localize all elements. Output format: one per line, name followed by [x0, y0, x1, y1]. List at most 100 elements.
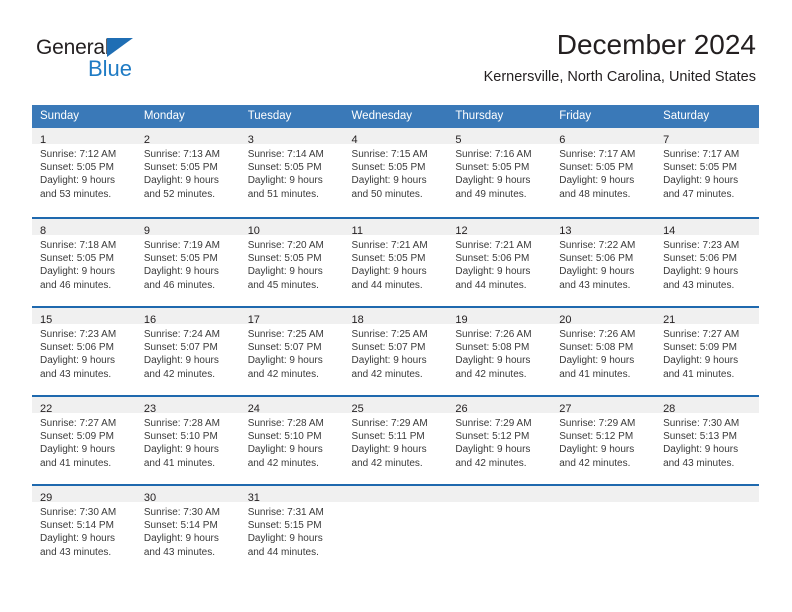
calendar-day-cell[interactable]: 19 Sunrise: 7:26 AM Sunset: 5:08 PM Dayligh…: [447, 306, 552, 395]
day-number-strip: 26: [447, 397, 552, 415]
day-number-strip: [655, 486, 759, 502]
calendar-day-cell[interactable]: 20 Sunrise: 7:26 AM Sunset: 5:08 PM Dayligh…: [551, 306, 656, 395]
sunset-text: Sunset: 5:05 PM: [40, 162, 114, 174]
day-cell-content: [551, 484, 656, 573]
sunset-text: Sunset: 5:05 PM: [351, 253, 426, 265]
sunset-text: Sunset: 5:06 PM: [455, 253, 530, 265]
daylight-text-line1: Daylight: 9 hours: [455, 175, 531, 187]
calendar-day-cell[interactable]: 27 Sunrise: 7:29 AM Sunset: 5:12 PM Dayligh…: [551, 395, 656, 484]
sunset-text: Sunset: 5:08 PM: [455, 342, 530, 354]
weekday-header-monday: Monday: [135, 105, 240, 128]
sunrise-text: Sunrise: 7:23 AM: [40, 329, 117, 340]
sunset-text: Sunset: 5:05 PM: [455, 162, 530, 174]
daylight-text-line1: Daylight: 9 hours: [351, 266, 427, 278]
sunrise-text: Sunrise: 7:25 AM: [351, 329, 428, 340]
sunset-text: Sunset: 5:11 PM: [351, 431, 425, 443]
day-cell-content: 18 Sunrise: 7:25 AM Sunset: 5:07 PM Dayligh…: [343, 306, 448, 395]
calendar-day-cell[interactable]: 28 Sunrise: 7:30 AM Sunset: 5:13 PM Dayligh…: [655, 395, 759, 484]
calendar-day-cell[interactable]: 16 Sunrise: 7:24 AM Sunset: 5:07 PM Dayligh…: [135, 306, 240, 395]
sunset-text: Sunset: 5:05 PM: [663, 162, 737, 174]
calendar-day-cell[interactable]: 29 Sunrise: 7:30 AM Sunset: 5:14 PM Dayligh…: [32, 484, 136, 573]
day-cell-content: 10 Sunrise: 7:20 AM Sunset: 5:05 PM Dayligh…: [239, 217, 344, 306]
sunset-text: Sunset: 5:14 PM: [143, 520, 218, 532]
daylight-text-line2: and 42 minutes.: [247, 457, 319, 469]
calendar-day-cell[interactable]: 7 Sunrise: 7:17 AM Sunset: 5:05 PM Daylight…: [655, 128, 759, 217]
calendar-day-cell[interactable]: 3 Sunrise: 7:14 AM Sunset: 5:05 PM Daylight…: [239, 128, 344, 217]
calendar-day-cell[interactable]: 31 Sunrise: 7:31 AM Sunset: 5:15 PM Dayligh…: [239, 484, 344, 573]
calendar-week-row: 1 Sunrise: 7:12 AM Sunset: 5:05 PM Daylight…: [32, 128, 759, 217]
calendar-day-cell[interactable]: 24 Sunrise: 7:28 AM Sunset: 5:10 PM Dayligh…: [239, 395, 344, 484]
calendar-day-cell[interactable]: 17 Sunrise: 7:25 AM Sunset: 5:07 PM Dayligh…: [239, 306, 344, 395]
day-sun-info: Sunrise: 7:30 AM Sunset: 5:13 PM Daylight:…: [655, 413, 759, 470]
daylight-text-line1: Daylight: 9 hours: [559, 175, 635, 187]
calendar-day-cell[interactable]: 14 Sunrise: 7:23 AM Sunset: 5:06 PM Dayligh…: [655, 217, 759, 306]
weekday-header-friday: Friday: [551, 105, 656, 128]
day-cell-content: 2 Sunrise: 7:13 AM Sunset: 5:05 PM Daylight…: [135, 128, 240, 217]
page-title: December 2024: [556, 29, 756, 60]
day-number: 7: [663, 134, 670, 146]
day-cell-content: 25 Sunrise: 7:29 AM Sunset: 5:11 PM Dayligh…: [343, 395, 448, 484]
calendar-day-cell[interactable]: 25 Sunrise: 7:29 AM Sunset: 5:11 PM Dayligh…: [343, 395, 448, 484]
calendar-day-cell[interactable]: 26 Sunrise: 7:29 AM Sunset: 5:12 PM Dayligh…: [447, 395, 552, 484]
daylight-text-line2: and 42 minutes.: [143, 368, 216, 380]
daylight-text-line2: and 42 minutes.: [351, 457, 423, 469]
day-sun-info: Sunrise: 7:25 AM Sunset: 5:07 PM Daylight:…: [240, 324, 344, 381]
calendar-day-cell[interactable]: 2 Sunrise: 7:13 AM Sunset: 5:05 PM Daylight…: [135, 128, 240, 217]
sunset-text: Sunset: 5:06 PM: [40, 342, 114, 354]
calendar-day-cell[interactable]: 30 Sunrise: 7:30 AM Sunset: 5:14 PM Dayligh…: [135, 484, 240, 573]
sunrise-text: Sunrise: 7:23 AM: [663, 240, 740, 251]
day-sun-info: [551, 502, 655, 506]
day-number-strip: [551, 486, 656, 502]
calendar-day-cell[interactable]: [343, 484, 448, 573]
daylight-text-line1: Daylight: 9 hours: [663, 266, 739, 278]
calendar-day-cell[interactable]: 6 Sunrise: 7:17 AM Sunset: 5:05 PM Daylight…: [551, 128, 656, 217]
calendar-day-cell[interactable]: [447, 484, 552, 573]
calendar-day-cell[interactable]: 23 Sunrise: 7:28 AM Sunset: 5:10 PM Dayligh…: [135, 395, 240, 484]
day-number-strip: 20: [551, 308, 656, 326]
day-number: 6: [559, 134, 566, 146]
daylight-text-line1: Daylight: 9 hours: [143, 444, 219, 456]
calendar-day-cell[interactable]: 9 Sunrise: 7:19 AM Sunset: 5:05 PM Daylight…: [135, 217, 240, 306]
daylight-text-line2: and 41 minutes.: [143, 457, 216, 469]
day-number-strip: 25: [343, 397, 448, 415]
daylight-text-line2: and 52 minutes.: [143, 188, 216, 200]
day-sun-info: Sunrise: 7:25 AM Sunset: 5:07 PM Daylight:…: [344, 324, 448, 381]
calendar-day-cell[interactable]: 8 Sunrise: 7:18 AM Sunset: 5:05 PM Daylight…: [32, 217, 136, 306]
day-cell-content: 8 Sunrise: 7:18 AM Sunset: 5:05 PM Daylight…: [32, 217, 136, 306]
calendar-day-cell[interactable]: 5 Sunrise: 7:16 AM Sunset: 5:05 PM Daylight…: [447, 128, 552, 217]
calendar-day-cell[interactable]: [655, 484, 759, 573]
daylight-text-line2: and 44 minutes.: [247, 546, 319, 558]
calendar-day-cell[interactable]: 12 Sunrise: 7:21 AM Sunset: 5:06 PM Dayligh…: [447, 217, 552, 306]
calendar-day-cell[interactable]: 21 Sunrise: 7:27 AM Sunset: 5:09 PM Dayligh…: [655, 306, 759, 395]
sunrise-text: Sunrise: 7:17 AM: [663, 149, 740, 160]
day-sun-info: Sunrise: 7:13 AM Sunset: 5:05 PM Daylight:…: [136, 144, 240, 201]
sunrise-text: Sunrise: 7:26 AM: [559, 329, 636, 340]
daylight-text-line1: Daylight: 9 hours: [455, 266, 531, 278]
day-number-strip: 30: [135, 486, 240, 504]
daylight-text-line2: and 43 minutes.: [663, 279, 735, 291]
day-cell-content: 20 Sunrise: 7:26 AM Sunset: 5:08 PM Dayligh…: [551, 306, 656, 395]
calendar-day-cell[interactable]: 10 Sunrise: 7:20 AM Sunset: 5:05 PM Dayligh…: [239, 217, 344, 306]
calendar-day-cell[interactable]: 13 Sunrise: 7:22 AM Sunset: 5:06 PM Dayligh…: [551, 217, 656, 306]
sunset-text: Sunset: 5:05 PM: [351, 162, 426, 174]
calendar-day-cell[interactable]: 15 Sunrise: 7:23 AM Sunset: 5:06 PM Dayligh…: [32, 306, 136, 395]
calendar-day-cell[interactable]: 11 Sunrise: 7:21 AM Sunset: 5:05 PM Dayligh…: [343, 217, 448, 306]
calendar-day-cell[interactable]: [551, 484, 656, 573]
day-number: 3: [247, 134, 254, 146]
calendar-day-cell[interactable]: 4 Sunrise: 7:15 AM Sunset: 5:05 PM Daylight…: [343, 128, 448, 217]
day-number-strip: 6: [551, 128, 656, 146]
day-number: 22: [40, 403, 53, 415]
day-number-strip: 7: [655, 128, 759, 146]
day-number: 14: [663, 225, 676, 237]
daylight-text-line2: and 43 minutes.: [40, 368, 112, 380]
day-sun-info: Sunrise: 7:17 AM Sunset: 5:05 PM Daylight:…: [551, 144, 655, 201]
calendar-day-cell[interactable]: 1 Sunrise: 7:12 AM Sunset: 5:05 PM Daylight…: [32, 128, 136, 217]
calendar-day-cell[interactable]: 22 Sunrise: 7:27 AM Sunset: 5:09 PM Dayligh…: [32, 395, 136, 484]
day-cell-content: 1 Sunrise: 7:12 AM Sunset: 5:05 PM Daylight…: [32, 128, 136, 217]
day-cell-content: 24 Sunrise: 7:28 AM Sunset: 5:10 PM Dayligh…: [239, 395, 344, 484]
day-cell-content: 3 Sunrise: 7:14 AM Sunset: 5:05 PM Daylight…: [239, 128, 344, 217]
daylight-text-line2: and 45 minutes.: [247, 279, 319, 291]
sunset-text: Sunset: 5:09 PM: [40, 431, 114, 443]
calendar-day-cell[interactable]: 18 Sunrise: 7:25 AM Sunset: 5:07 PM Dayligh…: [343, 306, 448, 395]
day-cell-content: 21 Sunrise: 7:27 AM Sunset: 5:09 PM Dayligh…: [655, 306, 759, 395]
